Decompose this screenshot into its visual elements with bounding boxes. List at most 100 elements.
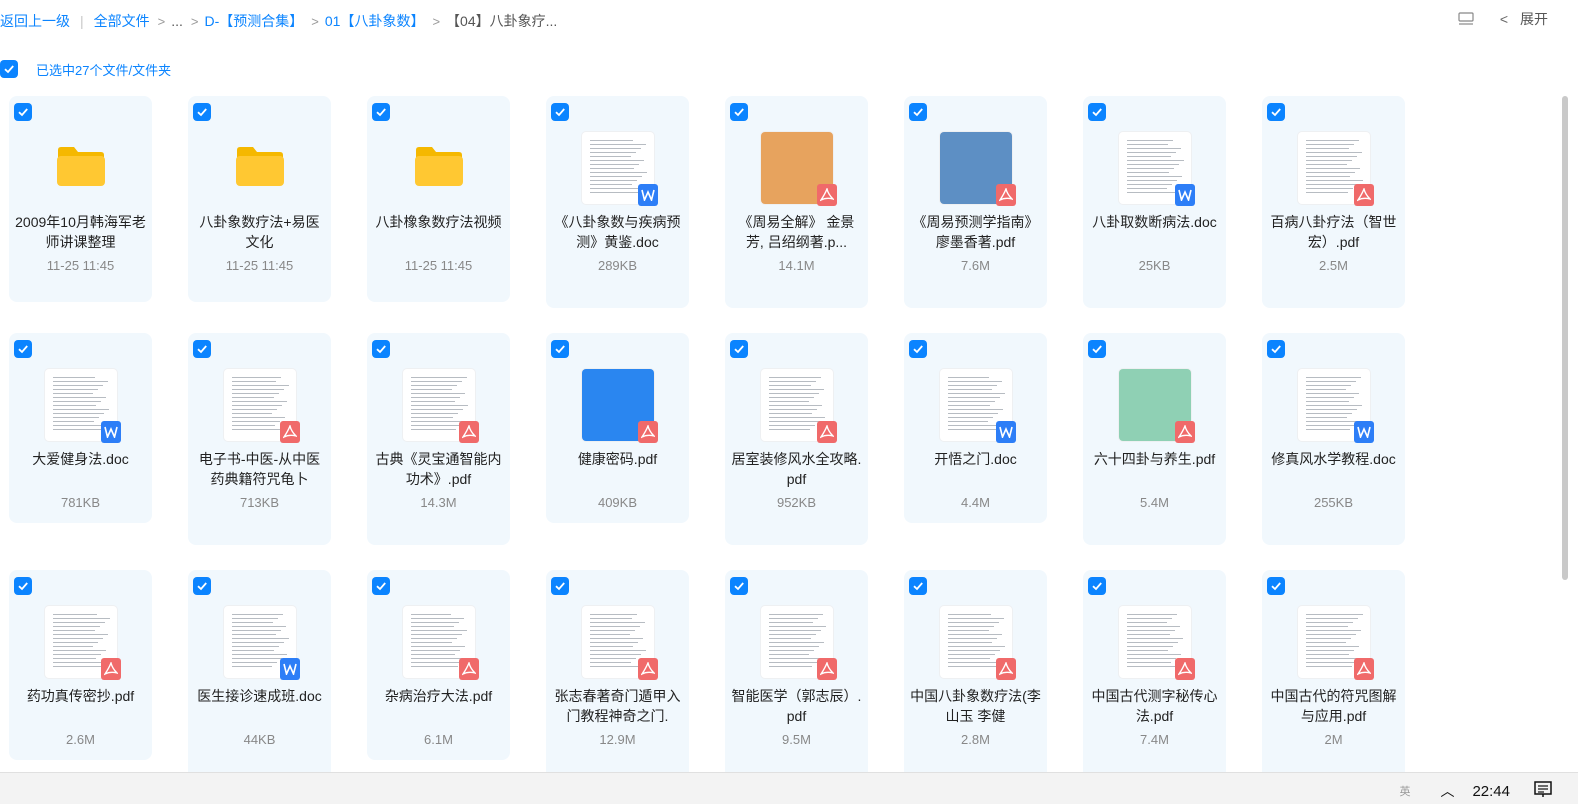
file-card[interactable]: 六十四卦与养生.pdf 5.4M xyxy=(1083,333,1226,545)
file-checkbox[interactable] xyxy=(1267,103,1285,121)
word-badge-icon xyxy=(1354,421,1374,443)
file-checkbox[interactable] xyxy=(909,340,927,358)
file-card[interactable]: 药功真传密抄.pdf 2.6M xyxy=(9,570,152,760)
file-checkbox[interactable] xyxy=(909,103,927,121)
file-size: 14.1M xyxy=(778,258,815,273)
top-right-controls: < 展开 xyxy=(1458,9,1548,29)
file-card[interactable]: 中国古代的符咒图解与应用.pdf 2M xyxy=(1262,570,1405,782)
folder-icon xyxy=(403,132,475,204)
file-card[interactable]: 《周易全解》 金景芳, 吕绍纲著.p... 14.1M xyxy=(725,96,868,308)
list-view-icon[interactable] xyxy=(1458,12,1474,26)
pdf-doc-icon xyxy=(761,369,837,443)
file-size: 44KB xyxy=(243,732,276,747)
file-card[interactable]: 健康密码.pdf 409KB xyxy=(546,333,689,523)
file-checkbox[interactable] xyxy=(193,577,211,595)
file-card[interactable]: 百病八卦疗法（智世宏）.pdf 2.5M xyxy=(1262,96,1405,308)
file-name: 电子书-中医-从中医药典籍符咒龟卜 xyxy=(198,451,321,487)
file-checkbox[interactable] xyxy=(1088,103,1106,121)
file-checkbox[interactable] xyxy=(1267,340,1285,358)
pdf-doc-icon xyxy=(940,132,1016,206)
file-checkbox[interactable] xyxy=(1088,577,1106,595)
file-size: 713KB xyxy=(239,495,280,510)
notification-icon[interactable] xyxy=(1534,781,1552,801)
file-card[interactable]: 修真风水学教程.doc 255KB xyxy=(1262,333,1405,545)
breadcrumb-ellipsis[interactable]: ... xyxy=(171,13,183,29)
select-all-checkbox[interactable] xyxy=(0,60,18,78)
chevron-up-icon[interactable]: ︿ xyxy=(1440,781,1454,801)
file-name: 中国古代测字秘传心法.pdf xyxy=(1091,688,1218,724)
pdf-doc-icon xyxy=(761,606,837,680)
pdf-badge-icon xyxy=(996,658,1016,680)
file-checkbox[interactable] xyxy=(372,103,390,121)
file-checkbox[interactable] xyxy=(551,103,569,121)
pdf-badge-icon xyxy=(1354,658,1374,680)
file-size: 25KB xyxy=(1138,258,1171,273)
file-checkbox[interactable] xyxy=(1088,340,1106,358)
file-card[interactable]: 医生接诊速成班.doc 44KB xyxy=(188,570,331,782)
file-checkbox[interactable] xyxy=(14,103,32,121)
file-date: 11-25 11:45 xyxy=(46,258,115,273)
file-card[interactable]: 八卦取数断病法.doc 25KB xyxy=(1083,96,1226,308)
file-checkbox[interactable] xyxy=(1267,577,1285,595)
file-size: 255KB xyxy=(1313,495,1354,510)
file-name: 八卦橡象数疗法视频 xyxy=(375,214,502,230)
file-card[interactable]: 杂病治疗大法.pdf 6.1M xyxy=(367,570,510,760)
file-date: 11-25 11:45 xyxy=(404,258,473,273)
pdf-doc-icon xyxy=(1119,369,1195,443)
word-doc-icon xyxy=(1119,132,1195,206)
file-checkbox[interactable] xyxy=(372,577,390,595)
file-checkbox[interactable] xyxy=(730,577,748,595)
ime-indicator[interactable]: 英 xyxy=(1399,783,1410,799)
expand-button[interactable]: < 展开 xyxy=(1500,9,1548,29)
breadcrumb-all-files[interactable]: 全部文件 xyxy=(94,11,150,31)
file-checkbox[interactable] xyxy=(730,103,748,121)
file-card[interactable]: 智能医学（郭志辰）.pdf 9.5M xyxy=(725,570,868,782)
file-name: 药功真传密抄.pdf xyxy=(26,688,135,704)
pdf-badge-icon xyxy=(996,184,1016,206)
file-checkbox[interactable] xyxy=(14,577,32,595)
breadcrumb-level1[interactable]: D-【预测合集】 xyxy=(205,11,304,31)
clock[interactable]: 22:44 xyxy=(1472,783,1510,800)
file-checkbox[interactable] xyxy=(551,340,569,358)
file-card[interactable]: 2009年10月韩海军老师讲课整理 11-25 11:45 xyxy=(9,96,152,302)
file-checkbox[interactable] xyxy=(14,340,32,358)
file-checkbox[interactable] xyxy=(730,340,748,358)
chevron-right-icon: > xyxy=(432,13,441,29)
pdf-badge-icon xyxy=(817,184,837,206)
file-card[interactable]: 八卦象数疗法+易医文化 11-25 11:45 xyxy=(188,96,331,302)
file-name: 杂病治疗大法.pdf xyxy=(384,688,493,704)
system-tray: 英 ︿ 22:44 xyxy=(1399,781,1552,801)
file-name: 八卦象数疗法+易医文化 xyxy=(199,214,320,250)
pdf-doc-icon xyxy=(1298,132,1374,206)
file-card[interactable]: 中国古代测字秘传心法.pdf 7.4M xyxy=(1083,570,1226,782)
breadcrumb: 返回上一级 | 全部文件 > ... > D-【预测合集】 > 01【八卦象数】… xyxy=(0,11,557,31)
file-checkbox[interactable] xyxy=(193,103,211,121)
back-link[interactable]: 返回上一级 xyxy=(0,11,70,31)
file-checkbox[interactable] xyxy=(551,577,569,595)
file-card[interactable]: 居室装修风水全攻略.pdf 952KB xyxy=(725,333,868,545)
file-card[interactable]: 电子书-中医-从中医药典籍符咒龟卜 713KB xyxy=(188,333,331,545)
file-card[interactable]: 古典《灵宝通智能内功术》.pdf 14.3M xyxy=(367,333,510,545)
file-card[interactable]: 大爱健身法.doc 781KB xyxy=(9,333,152,523)
file-checkbox[interactable] xyxy=(372,340,390,358)
file-grid: 2009年10月韩海军老师讲课整理 11-25 11:45 八卦象数疗法+易医文化 1… xyxy=(0,92,1410,782)
file-card[interactable]: 开悟之门.doc 4.4M xyxy=(904,333,1047,523)
file-checkbox[interactable] xyxy=(193,340,211,358)
breadcrumb-level2[interactable]: 01【八卦象数】 xyxy=(325,11,425,31)
pdf-doc-icon xyxy=(761,132,837,206)
file-card[interactable]: 《八卦象数与疾病预测》黄鉴.doc 289KB xyxy=(546,96,689,308)
file-size: 409KB xyxy=(597,495,638,510)
expand-label: 展开 xyxy=(1520,11,1548,27)
file-name: 《周易预测学指南》廖墨香著.pdf xyxy=(912,214,1039,250)
file-card[interactable]: 八卦橡象数疗法视频 11-25 11:45 xyxy=(367,96,510,302)
chevron-right-icon: > xyxy=(311,13,319,29)
file-card[interactable]: 中国八卦象数疗法(李山玉 李健 2.8M xyxy=(904,570,1047,782)
file-name: 智能医学（郭志辰）.pdf xyxy=(731,688,862,724)
file-card[interactable]: 张志春著奇门遁甲入门教程神奇之门. 12.9M xyxy=(546,570,689,782)
file-name: 中国八卦象数疗法(李山玉 李健 xyxy=(910,688,1041,724)
file-card[interactable]: 《周易预测学指南》廖墨香著.pdf 7.6M xyxy=(904,96,1047,308)
scrollbar[interactable] xyxy=(1562,96,1568,580)
pdf-badge-icon xyxy=(101,658,121,680)
word-badge-icon xyxy=(996,421,1016,443)
file-checkbox[interactable] xyxy=(909,577,927,595)
